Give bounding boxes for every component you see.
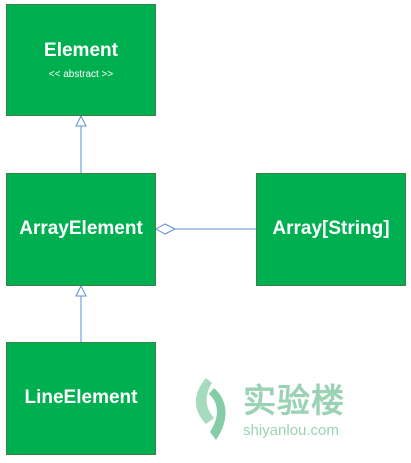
class-element: Element << abstract >> <box>6 4 156 116</box>
watermark: 实验楼 shiyanlou.com <box>243 384 345 438</box>
class-name: LineElement <box>24 387 138 409</box>
watermark-domain: shiyanlou.com <box>243 422 339 439</box>
class-name: Element <box>44 39 118 61</box>
class-name: ArrayElement <box>19 218 143 240</box>
shiyanlou-logo-icon <box>195 378 226 440</box>
inheritance-arrowhead <box>75 284 87 297</box>
aggregation-diamond <box>154 223 177 235</box>
class-array-string: Array[String] <box>256 173 406 286</box>
class-name: Array[String] <box>272 218 390 240</box>
class-array-element: ArrayElement <box>6 173 156 286</box>
class-line-element: LineElement <box>6 342 156 455</box>
class-stereotype: << abstract >> <box>48 69 114 81</box>
watermark-chinese: 实验楼 <box>243 382 345 419</box>
inheritance-arrowhead <box>75 114 87 127</box>
